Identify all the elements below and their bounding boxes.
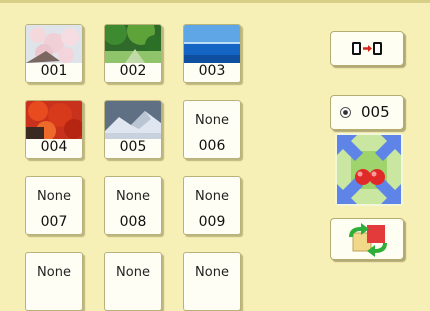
slot-008[interactable]: None 008	[104, 176, 162, 235]
screen-to-screen-icon	[352, 42, 382, 55]
selected-slot-number: 005	[361, 103, 390, 121]
slot-002[interactable]: 002	[104, 24, 162, 83]
slot-004[interactable]: 004	[25, 100, 83, 159]
swap-images-icon	[349, 223, 387, 257]
slot-empty-label: None	[195, 189, 229, 204]
copy-screen-button[interactable]	[330, 31, 404, 66]
slot-number: 003	[198, 63, 226, 79]
slot-number: 009	[198, 214, 226, 230]
slot-empty-label: None	[195, 265, 229, 280]
slot-number: 004	[40, 139, 68, 155]
slot-number: 002	[119, 63, 147, 79]
slot-empty-label: None	[116, 189, 150, 204]
slot-number: 006	[198, 138, 226, 154]
slot-009[interactable]: None 009	[183, 176, 241, 235]
slot-number: 007	[40, 214, 68, 230]
slot-003[interactable]: 003	[183, 24, 241, 83]
slot-number: 001	[40, 63, 68, 79]
slot-007[interactable]: None 007	[25, 176, 83, 235]
top-border	[0, 0, 430, 3]
screen: 001 002 003 004 005 None 006 None 007 No…	[0, 0, 430, 311]
expand-arrows-icon	[337, 135, 401, 204]
blossom-thumbnail	[26, 25, 82, 63]
slot-005[interactable]: 005	[104, 100, 162, 159]
forest-thumbnail	[105, 25, 161, 63]
slot-number: 008	[119, 214, 147, 230]
maple-thumbnail	[26, 101, 82, 139]
sea-thumbnail	[184, 25, 240, 63]
slot-011[interactable]: None	[104, 252, 162, 311]
slot-012[interactable]: None	[183, 252, 241, 311]
slot-number: 005	[119, 139, 147, 155]
radio-dot-icon	[340, 107, 351, 118]
slot-empty-label: None	[195, 113, 229, 128]
selected-slot-button[interactable]: 005	[330, 95, 404, 130]
slot-010[interactable]: None	[25, 252, 83, 311]
slot-empty-label: None	[116, 265, 150, 280]
slot-006[interactable]: None 006	[183, 100, 241, 159]
swap-button[interactable]	[330, 218, 404, 260]
slot-empty-label: None	[37, 189, 71, 204]
slot-empty-label: None	[37, 265, 71, 280]
mountain-thumbnail	[105, 101, 161, 139]
slot-001[interactable]: 001	[25, 24, 83, 83]
move-resize-button[interactable]	[335, 133, 403, 206]
